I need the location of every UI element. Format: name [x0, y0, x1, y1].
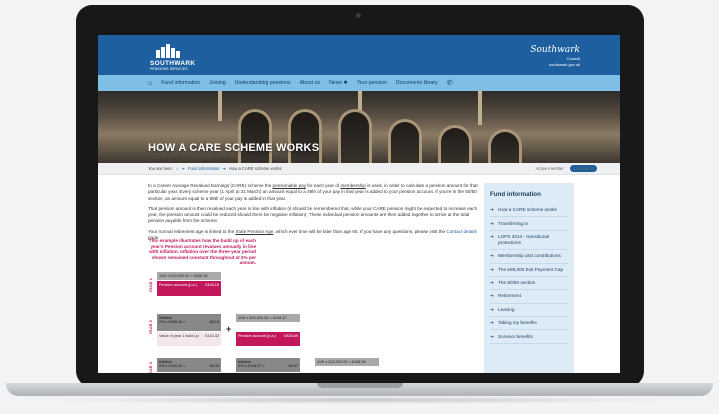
arrow-right-icon: ➜	[490, 220, 494, 226]
active-member-switch: Active member Change ➜	[536, 165, 600, 172]
logo-subtext: PENSIONS SERVICES	[150, 67, 188, 71]
council-script-text: Southwark	[530, 45, 580, 55]
year-3-calc: 1/49 x £22,000.00 = £448.98	[315, 358, 379, 366]
logo-text: SOUTHWARK	[150, 60, 196, 67]
laptop-notch	[317, 383, 403, 388]
breadcrumb-fund-information[interactable]: Fund information	[188, 166, 219, 171]
active-member-label: Active member	[535, 166, 564, 171]
sidebar-title: Fund information	[490, 191, 541, 198]
change-button[interactable]: Change ➜	[569, 165, 597, 172]
arrow-right-icon: ➜	[490, 320, 494, 326]
breadcrumb-sep-icon: ➜	[222, 166, 226, 171]
breadcrumb-current: How a CARE scheme works	[229, 166, 282, 171]
sidebar-fund-information: Fund information ➜ How a CARE scheme work…	[484, 183, 574, 373]
nav-joining[interactable]: Joining	[209, 80, 225, 86]
arrow-right-icon: ➜	[490, 266, 494, 272]
camera-icon	[356, 13, 361, 18]
year-2-calc: 1/49 x £20,500.00 = £418.37	[236, 314, 300, 322]
sidebar-item-lgps-2014[interactable]: ➜ LGPS 2014 - transitional protections	[490, 231, 568, 251]
page-title: HOW A CARE SCHEME WORKS	[148, 142, 320, 154]
sidebar-item-membership[interactable]: ➜ Membership and contributions	[490, 250, 568, 264]
sidebar-item-50-50-section[interactable]: ➜ The 50/50 section	[490, 277, 568, 291]
year-1-calc: 1/49 x £20,000.00 = £408.16	[157, 272, 221, 280]
arrow-right-icon: ➜	[490, 280, 494, 286]
nav-documents-library[interactable]: Documents library	[396, 80, 438, 86]
paragraph-1: In a Career Average Revalued Earnings (C…	[148, 183, 478, 201]
sidebar-item-care-scheme[interactable]: ➜ How a CARE scheme works	[490, 204, 568, 218]
year-1-label: YEAR 1	[148, 278, 153, 293]
home-icon[interactable]: ⌂	[148, 80, 152, 87]
year-2-value-box: Value of year 1 build up £416.32	[157, 332, 221, 346]
state-pension-age-link[interactable]: State Pension Age	[235, 229, 273, 234]
sidebar-item-survivor-benefits[interactable]: ➜ Survivor benefits	[490, 330, 568, 344]
southwark-pensions-logo[interactable]: SOUTHWARK PENSIONS SERVICES	[150, 44, 195, 71]
nav-understanding-pensions[interactable]: Understanding pensions	[235, 80, 291, 86]
hero-banner: HOW A CARE SCHEME WORKS	[98, 91, 620, 163]
main-nav: ⌂ Fund information Joining Understanding…	[98, 75, 620, 91]
paragraph-2: That pension amount is then revalued eac…	[148, 205, 478, 224]
breadcrumb-sep-icon: ➜	[181, 166, 186, 171]
nav-fund-information[interactable]: Fund information	[161, 80, 200, 86]
laptop-shadow	[40, 396, 680, 404]
southwark-council-logo[interactable]: Southwark Council southwark.gov.uk	[530, 45, 580, 67]
arrow-right-icon: ➜	[490, 233, 494, 239]
arrow-right-icon: ➜	[490, 253, 494, 259]
diagram-note: This example illustrates how the build u…	[148, 238, 256, 266]
site-header: SOUTHWARK PENSIONS SERVICES Southwark Co…	[98, 35, 620, 75]
arrow-right-icon: ➜	[490, 333, 494, 339]
year-3-inflation-box: Inflation 2% x £416.32 = £8.33	[157, 358, 221, 372]
logo-mark-icon	[156, 44, 182, 58]
main-content: In a Career Average Revalued Earnings (C…	[148, 183, 478, 245]
sidebar-item-transferring-in[interactable]: ➜ Transferring in	[490, 217, 568, 231]
arrow-right-icon: ➜	[490, 306, 494, 312]
arrow-right-icon: ➜	[490, 293, 494, 299]
membership-link[interactable]: membership	[340, 183, 365, 188]
nav-your-pension[interactable]: Your pension	[357, 80, 387, 86]
breadcrumb-prefix: You are here:	[148, 166, 173, 171]
home-icon[interactable]: ⌂	[176, 166, 179, 171]
year-2-pension-box: Pension account (p.a.) £834.69	[236, 332, 300, 346]
contact-details-link[interactable]: Contact details	[446, 229, 476, 234]
plus-icon: +	[226, 324, 232, 334]
year-2-label: YEAR 2	[148, 320, 153, 335]
sidebar-item-retirement[interactable]: ➜ Retirement	[490, 290, 568, 304]
pensionable-pay-link[interactable]: pensionable pay	[273, 183, 306, 188]
sidebar-item-leaving[interactable]: ➜ Leaving	[490, 304, 568, 317]
sidebar-item-exit-payment-cap[interactable]: ➜ The £95,000 Exit Payment Cap	[490, 264, 568, 277]
phone-icon[interactable]: ✆	[447, 79, 453, 87]
council-sub-a: Council	[566, 56, 580, 61]
nav-about-us[interactable]: About us	[300, 80, 320, 86]
year-3-inflation-box-b: Inflation 2% x £418.37 = £8.37	[236, 358, 300, 372]
arrow-right-icon: ➜	[490, 207, 494, 213]
breadcrumb: You are here: ⌂ ➜ Fund information ➜ How…	[98, 163, 620, 175]
nav-news[interactable]: News ✱	[329, 80, 348, 86]
council-sub-b: southwark.gov.uk	[549, 62, 580, 67]
year-1-pension-box: Pension account (p.a.) £408.16	[157, 281, 221, 296]
year-2-inflation-box: Inflation 2% x £408.16 = £8.16	[157, 314, 221, 331]
sidebar-item-taking-benefits[interactable]: ➜ Taking my benefits	[490, 317, 568, 331]
